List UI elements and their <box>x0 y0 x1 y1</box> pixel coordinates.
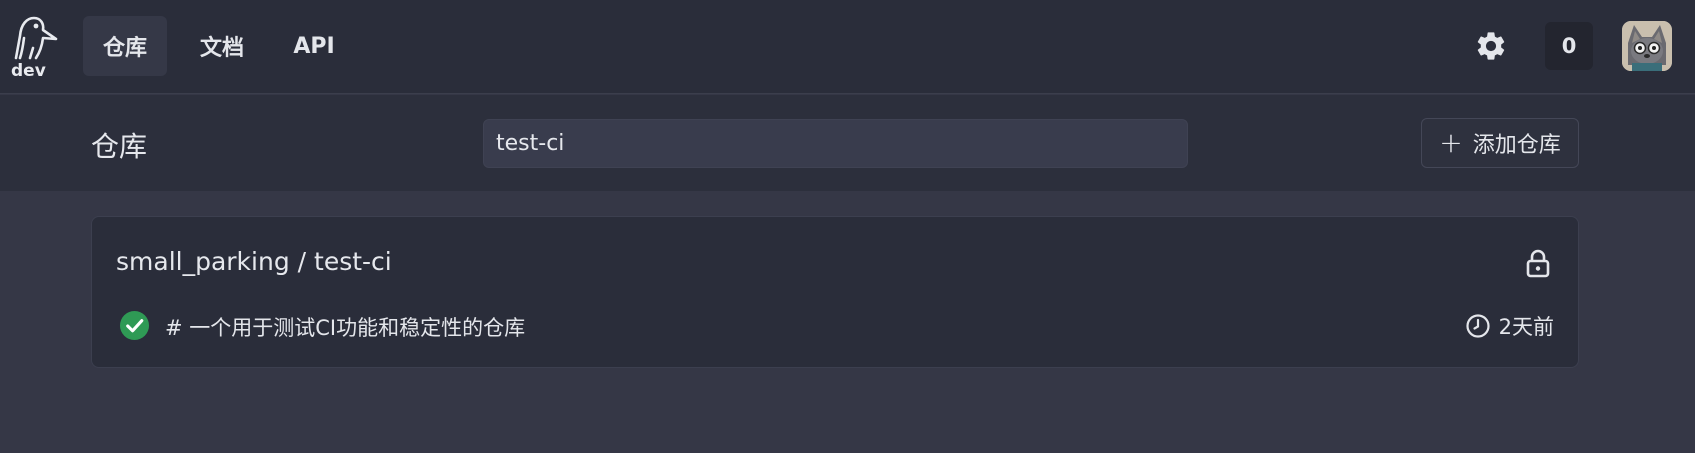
user-avatar[interactable] <box>1622 21 1672 71</box>
gear-icon <box>1477 32 1505 60</box>
penguin-logo-icon <box>14 16 58 60</box>
lock-icon <box>1526 249 1550 278</box>
top-navbar: dev 仓库 文档 API 0 <box>0 0 1695 94</box>
add-repo-button[interactable]: + 添加仓库 <box>1421 118 1579 168</box>
check-circle-icon <box>119 310 150 341</box>
clock-icon <box>1466 314 1490 338</box>
nav-repos[interactable]: 仓库 <box>83 16 167 76</box>
plus-icon: + <box>1439 126 1463 159</box>
updated-time-label: 2天前 <box>1498 315 1554 339</box>
page-header: 仓库 + 添加仓库 <box>0 95 1695 191</box>
search-input[interactable] <box>483 119 1188 168</box>
env-label: dev <box>11 61 46 81</box>
nav-docs[interactable]: 文档 <box>182 16 262 76</box>
add-repo-label: 添加仓库 <box>1472 133 1561 158</box>
repo-card[interactable]: small_parking / test-ci # 一个用于测试CI功能和稳定性… <box>91 216 1579 368</box>
settings-button[interactable] <box>1472 27 1510 65</box>
nav-api[interactable]: API <box>278 16 350 76</box>
updated-time: 2天前 <box>1465 311 1554 341</box>
repo-description: # 一个用于测试CI功能和稳定性的仓库 <box>165 316 526 340</box>
notification-counter[interactable]: 0 <box>1545 22 1593 70</box>
avatar-image <box>1622 21 1672 71</box>
page-title: 仓库 <box>91 130 148 163</box>
repo-name: small_parking / test-ci <box>116 247 392 276</box>
logo[interactable]: dev <box>8 12 60 82</box>
